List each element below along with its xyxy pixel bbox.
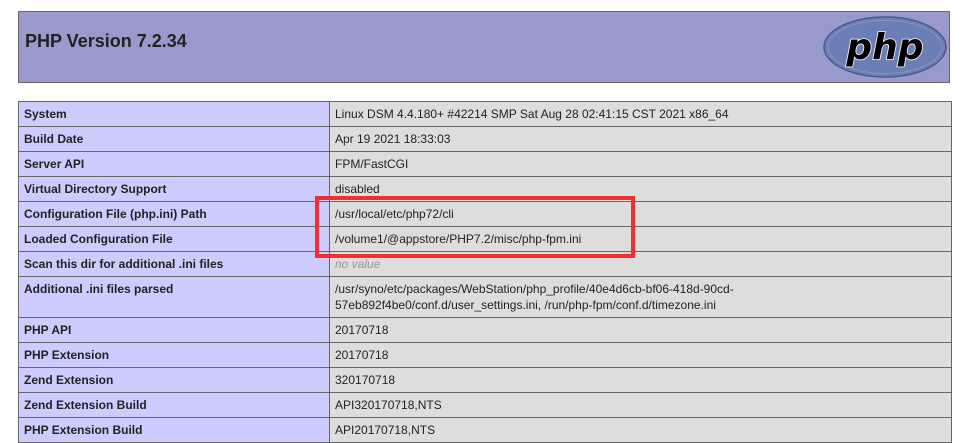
row-label: PHP Extension Build	[18, 417, 330, 443]
row-value: 20170718	[329, 342, 952, 368]
table-row: System Linux DSM 4.4.180+ #42214 SMP Sat…	[18, 101, 952, 127]
row-value-line: 57eb892f4be0/conf.d/user_settings.ini, /…	[335, 298, 716, 312]
table-row: PHP API 20170718	[18, 317, 952, 343]
row-value: FPM/FastCGI	[329, 151, 952, 177]
row-label: Additional .ini files parsed	[18, 276, 330, 318]
table-row: Server API FPM/FastCGI	[18, 151, 952, 177]
row-value: /usr/local/etc/php72/cli	[329, 201, 952, 227]
row-label: Virtual Directory Support	[18, 176, 330, 202]
php-info-table: System Linux DSM 4.4.180+ #42214 SMP Sat…	[18, 101, 952, 443]
row-value: Linux DSM 4.4.180+ #42214 SMP Sat Aug 28…	[329, 101, 952, 127]
table-row: Virtual Directory Support disabled	[18, 176, 952, 202]
row-label: PHP Extension	[18, 342, 330, 368]
php-logo-text: php	[845, 27, 923, 68]
table-row: PHP Extension 20170718	[18, 342, 952, 368]
row-label: Build Date	[18, 126, 330, 152]
table-row: Build Date Apr 19 2021 18:33:03	[18, 126, 952, 152]
php-logo-icon: php	[823, 16, 947, 78]
table-row: Additional .ini files parsed /usr/syno/e…	[18, 276, 952, 318]
row-label: Scan this dir for additional .ini files	[18, 251, 330, 277]
table-row: PHP Extension Build API20170718,NTS	[18, 417, 952, 443]
table-row: Zend Extension 320170718	[18, 367, 952, 393]
table-row: Configuration File (php.ini) Path /usr/l…	[18, 201, 952, 227]
row-label: Zend Extension Build	[18, 392, 330, 418]
table-row: Loaded Configuration File /volume1/@apps…	[18, 226, 952, 252]
row-value: no value	[329, 251, 952, 277]
row-value: /volume1/@appstore/PHP7.2/misc/php-fpm.i…	[329, 226, 952, 252]
row-label: Configuration File (php.ini) Path	[18, 201, 330, 227]
table-row: Zend Extension Build API320170718,NTS	[18, 392, 952, 418]
row-value: 320170718	[329, 367, 952, 393]
row-value: 20170718	[329, 317, 952, 343]
row-label: Loaded Configuration File	[18, 226, 330, 252]
row-label: Server API	[18, 151, 330, 177]
row-value: API320170718,NTS	[329, 392, 952, 418]
row-label: Zend Extension	[18, 367, 330, 393]
page-title: PHP Version 7.2.34	[25, 31, 187, 51]
row-label: PHP API	[18, 317, 330, 343]
table-row: Scan this dir for additional .ini files …	[18, 251, 952, 277]
row-value: Apr 19 2021 18:33:03	[329, 126, 952, 152]
row-value: disabled	[329, 176, 952, 202]
php-info-header: PHP Version 7.2.34 php	[18, 11, 950, 83]
row-value-line: /usr/syno/etc/packages/WebStation/php_pr…	[335, 282, 734, 296]
row-value: API20170718,NTS	[329, 417, 952, 443]
row-label: System	[18, 101, 330, 127]
row-value: /usr/syno/etc/packages/WebStation/php_pr…	[329, 276, 952, 318]
